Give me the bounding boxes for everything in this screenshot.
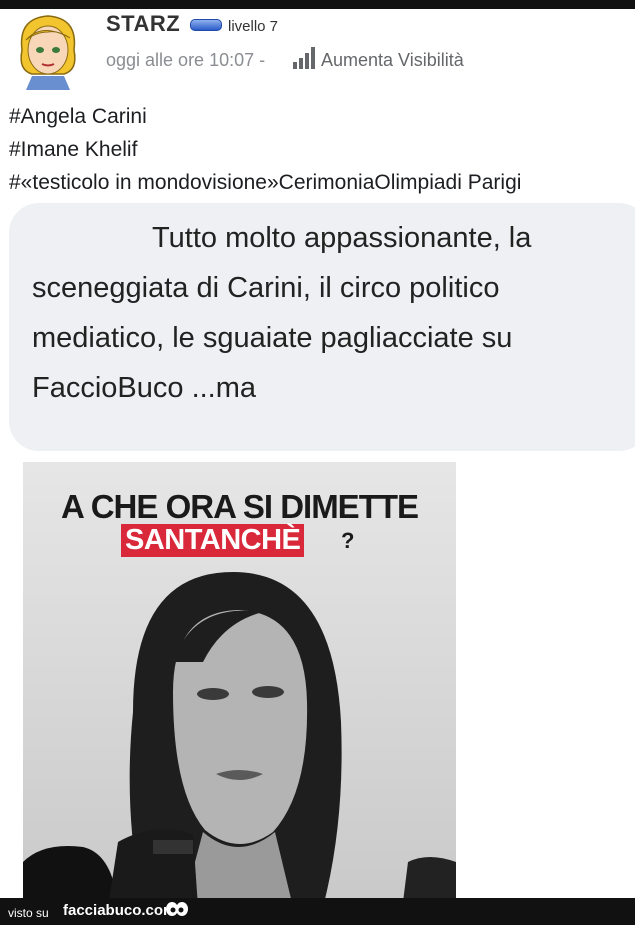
- author-name[interactable]: STARZ: [106, 11, 180, 37]
- hashtag-link[interactable]: #Angela Carini: [9, 100, 521, 133]
- post-image[interactable]: A CHE ORA SI DIMETTE SANTANCHÈ ?: [23, 462, 456, 907]
- comment-text: Tutto molto appassionante, la sceneggiat…: [32, 222, 532, 404]
- hashtag-list: #Angela Carini #Imane Khelif #«testicolo…: [9, 100, 521, 199]
- eyes-logo-icon: [166, 902, 188, 916]
- level-label: livello 7: [228, 18, 279, 35]
- hashtag-link[interactable]: #«testicolo in mondovisione»CerimoniaOli…: [9, 166, 521, 199]
- post-timestamp: oggi alle ore 10:07 -: [106, 50, 266, 70]
- watermark-label: visto su: [8, 906, 49, 920]
- top-bar: [0, 0, 635, 9]
- level-badge-icon: [190, 19, 222, 31]
- image-headline-mark: ?: [341, 528, 355, 553]
- avatar[interactable]: [12, 10, 84, 90]
- hashtag-link[interactable]: #Imane Khelif: [9, 133, 521, 166]
- signal-bars-icon[interactable]: [292, 46, 316, 70]
- image-headline-highlight: SANTANCHÈ: [121, 524, 305, 557]
- image-headline: A CHE ORA SI DIMETTE: [60, 488, 419, 525]
- boost-visibility-link[interactable]: Aumenta Visibilità: [321, 50, 464, 71]
- watermark-brand[interactable]: facciabuco.com: [63, 902, 176, 919]
